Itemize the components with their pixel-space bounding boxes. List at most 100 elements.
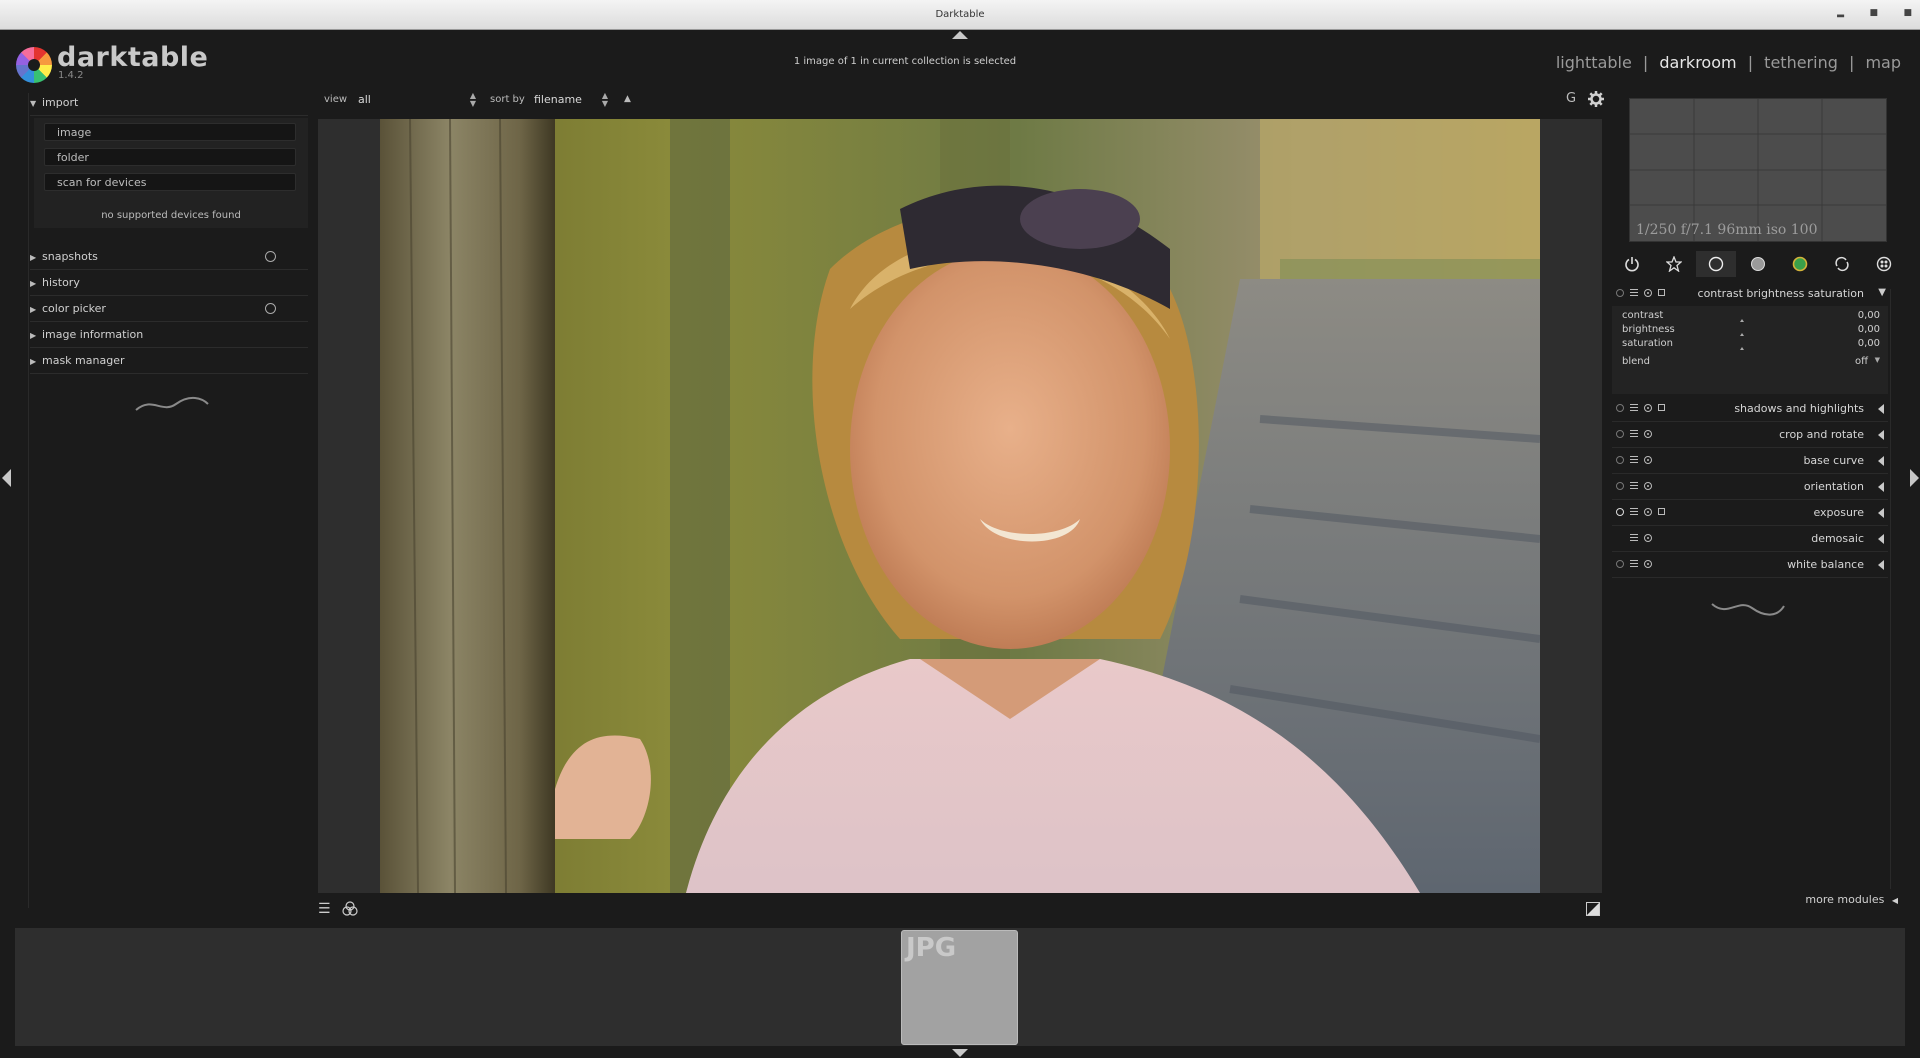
right-panel-scrollbar[interactable] [1890,289,1903,889]
view-darkroom[interactable]: darkroom [1659,53,1736,72]
view-lighttable[interactable]: lighttable [1556,53,1632,72]
slider-label: contrast [1622,310,1664,321]
multi-instance-icon[interactable] [1630,508,1638,515]
presets-icon[interactable] [1658,404,1665,411]
blend-value: off [1854,356,1868,367]
reset-icon[interactable] [1644,534,1652,542]
power-icon[interactable] [1616,482,1624,490]
module-mask-manager[interactable]: ▶ mask manager [30,349,308,374]
group-correct-tab[interactable] [1822,251,1862,277]
sort-by-combo[interactable]: filename ▲ ▼ [534,92,608,108]
power-icon[interactable] [1616,560,1624,568]
multi-instance-icon[interactable] [1630,430,1638,437]
left-panel-scrollbar[interactable] [14,93,29,908]
photo-preview[interactable] [380,119,1540,893]
reset-icon[interactable] [1644,508,1652,516]
reset-icon[interactable] [265,251,276,262]
module-white-balance[interactable]: white balance [1612,552,1888,578]
module-import[interactable]: ▼ import [30,91,308,116]
sort-direction-button[interactable]: ▲ [624,94,631,104]
brightness-slider[interactable]: brightness 0,00 [1622,324,1880,337]
module-color-picker[interactable]: ▶ color picker [30,297,308,322]
contrast-slider[interactable]: contrast 0,00 [1622,310,1880,323]
scan-devices-button[interactable]: scan for devices [44,173,296,191]
reset-icon[interactable] [265,303,276,314]
reset-icon[interactable] [1644,560,1652,568]
module-shadows-and-highlights[interactable]: shadows and highlights [1612,396,1888,422]
portrait-photo-image [380,119,1540,893]
group-basic-tab[interactable] [1696,251,1736,277]
gear-icon[interactable] [1588,91,1604,107]
slider-marker [1740,347,1744,350]
reset-icon[interactable] [1644,404,1652,412]
slider-label: saturation [1622,338,1673,349]
multi-instance-icon[interactable] [1630,534,1638,541]
power-icon [1625,257,1639,272]
close-button[interactable]: ■ [1903,0,1912,29]
multi-instance-icon[interactable] [1630,456,1638,463]
more-modules-button[interactable]: more modules ◀ [1805,893,1898,906]
collapsed-triangle-icon: ▶ [30,279,37,288]
window-titlebar: Darktable ▂ ■ ■ [0,0,1920,30]
module-crop-and-rotate[interactable]: crop and rotate [1612,422,1888,448]
group-color-tab[interactable] [1780,251,1820,277]
view-filter-label: view [324,94,348,105]
module-orientation[interactable]: orientation [1612,474,1888,500]
correct-icon [1835,256,1849,272]
view-filter-combo[interactable]: all ▲ ▼ [358,92,476,108]
collapse-bottom-arrow-icon[interactable] [952,1049,968,1057]
power-icon[interactable] [1616,508,1624,516]
module-image-information[interactable]: ▶ image information [30,323,308,348]
filmstrip: JPG [15,928,1905,1046]
reset-icon[interactable] [1644,289,1652,297]
minimize-button[interactable]: ▂ [1837,0,1844,29]
import-image-button[interactable]: image [44,123,296,141]
multi-instance-icon[interactable] [1630,404,1638,411]
module-base-curve[interactable]: base curve [1612,448,1888,474]
power-icon[interactable] [1616,430,1624,438]
grouping-button[interactable]: G [1566,91,1576,106]
group-tone-tab[interactable] [1738,251,1778,277]
module-history[interactable]: ▶ history [30,271,308,296]
power-icon[interactable] [1616,404,1624,412]
import-folder-button[interactable]: folder [44,148,296,166]
view-switcher: lighttable | darkroom | tethering | map [1553,53,1904,72]
histogram[interactable]: 1/250 f/7.1 96mm iso 100 [1629,98,1887,242]
group-favorites-tab[interactable] [1654,251,1694,277]
presets-icon[interactable] [1658,289,1665,296]
power-icon[interactable] [1616,289,1624,297]
view-separator: | [1848,53,1855,72]
collapse-left-arrow-icon[interactable] [2,469,11,487]
group-effect-tab[interactable] [1864,251,1904,277]
devices-status: no supported devices found [101,210,241,221]
module-snapshots[interactable]: ▶ snapshots [30,245,308,270]
multi-instance-icon[interactable] [1630,289,1638,296]
reset-icon[interactable] [1644,456,1652,464]
selection-status: 1 image of 1 in current collection is se… [793,56,1017,67]
collapsed-caret-icon [1878,430,1884,440]
module-exposure[interactable]: exposure [1612,500,1888,526]
reset-icon[interactable] [1644,482,1652,490]
view-map[interactable]: map [1865,53,1901,72]
multi-instance-icon[interactable] [1630,560,1638,567]
module-contrast-brightness-saturation[interactable]: contrast brightness saturation ▼ [1612,281,1888,307]
collapse-top-arrow-icon[interactable] [952,31,968,39]
presets-icon[interactable] [1658,508,1665,515]
quick-access-menu-icon[interactable]: ☰ [318,901,331,917]
overexposure-toggle-icon[interactable] [1586,902,1600,916]
saturation-slider[interactable]: saturation 0,00 [1622,338,1880,351]
styles-icon[interactable] [342,901,358,917]
module-demosaic[interactable]: demosaic [1612,526,1888,552]
reset-icon[interactable] [1644,430,1652,438]
maximize-button[interactable]: ■ [1869,0,1878,29]
filmstrip-thumbnail[interactable]: JPG [901,930,1018,1045]
collapse-right-arrow-icon[interactable] [1910,469,1919,487]
power-icon[interactable] [1616,456,1624,464]
view-tethering[interactable]: tethering [1764,53,1838,72]
darktable-logo-icon [16,47,52,83]
view-separator: | [1747,53,1754,72]
multi-instance-icon[interactable] [1630,482,1638,489]
collapsed-triangle-icon: ▶ [30,331,37,340]
group-active-modules-tab[interactable] [1612,251,1652,277]
blend-combo[interactable]: blend off ▼ [1622,356,1880,369]
